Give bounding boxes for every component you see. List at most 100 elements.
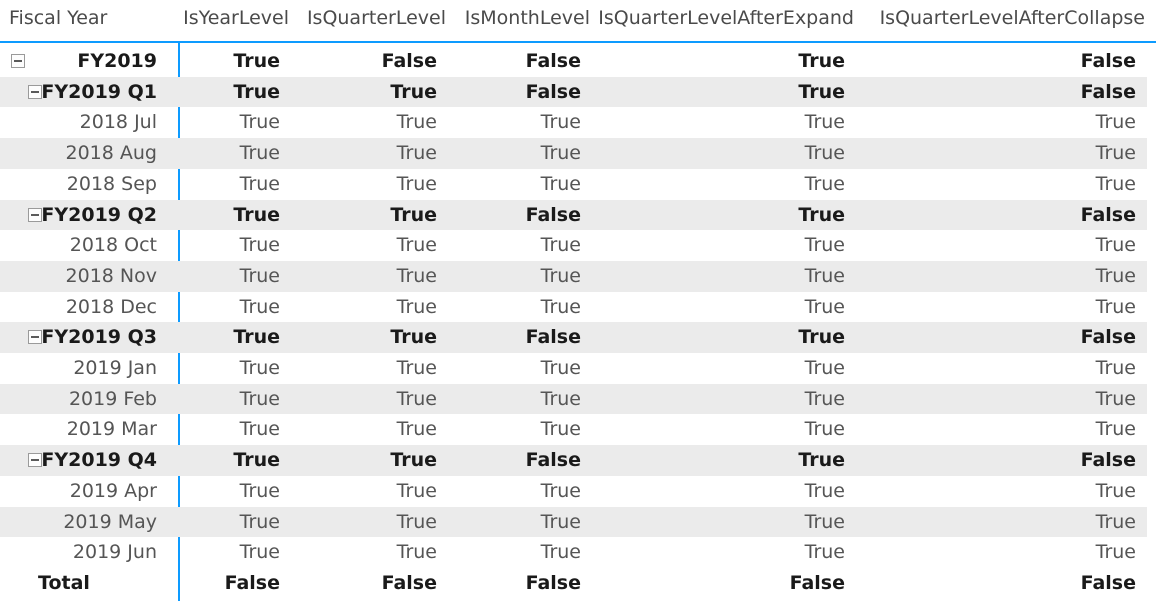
cell-is_quarter_level_after_collapse: True	[1096, 353, 1136, 384]
column-header-is_quarter_level_after_expand[interactable]: IsQuarterLevelAfterExpand	[598, 6, 854, 30]
cell-is_quarter_level: True	[397, 414, 437, 445]
table-body: FY2019TrueFalseFalseTrueFalseFY2019 Q1Tr…	[0, 46, 1156, 611]
cell-is_year_level: True	[240, 107, 280, 138]
cell-is_quarter_level_after_collapse: False	[1081, 322, 1136, 353]
cell-is_quarter_level_after_expand: False	[790, 568, 845, 599]
cell-is_quarter_level_after_collapse: True	[1096, 414, 1136, 445]
row-header-label: 2019 Jun	[0, 537, 157, 568]
table-row[interactable]: 2019 JunTrueTrueTrueTrueTrue	[0, 537, 1147, 568]
table-row[interactable]: FY2019 Q4TrueTrueFalseTrueFalse	[0, 445, 1147, 476]
cell-is_quarter_level: True	[397, 261, 437, 292]
row-header-label: 2018 Sep	[0, 169, 157, 200]
table-row[interactable]: 2018 DecTrueTrueTrueTrueTrue	[0, 292, 1147, 323]
row-header-label: FY2019	[0, 46, 157, 77]
cell-is_year_level: True	[240, 138, 280, 169]
cell-is_month_level: False	[526, 568, 581, 599]
cell-is_month_level: True	[541, 138, 581, 169]
table-row[interactable]: 2018 SepTrueTrueTrueTrueTrue	[0, 169, 1147, 200]
table-row[interactable]: 2018 AugTrueTrueTrueTrueTrue	[0, 138, 1147, 169]
cell-is_quarter_level: True	[397, 107, 437, 138]
cell-is_month_level: True	[541, 230, 581, 261]
row-header-label: 2019 Apr	[0, 476, 157, 507]
cell-is_quarter_level: False	[382, 568, 437, 599]
table-row[interactable]: 2019 MayTrueTrueTrueTrueTrue	[0, 507, 1147, 538]
cell-is_year_level: True	[233, 77, 280, 108]
cell-is_year_level: True	[240, 353, 280, 384]
column-header-is_month_level[interactable]: IsMonthLevel	[465, 6, 590, 30]
cell-is_quarter_level_after_collapse: True	[1096, 261, 1136, 292]
row-header-label: 2019 Mar	[0, 414, 157, 445]
cell-is_quarter_level_after_expand: True	[805, 261, 845, 292]
cell-is_quarter_level_after_expand: True	[805, 169, 845, 200]
cell-is_quarter_level: True	[397, 537, 437, 568]
cell-is_month_level: True	[541, 537, 581, 568]
column-header-fiscal_year[interactable]: Fiscal Year	[9, 6, 107, 30]
table-row[interactable]: 2019 FebTrueTrueTrueTrueTrue	[0, 384, 1147, 415]
cell-is_quarter_level_after_expand: True	[805, 414, 845, 445]
cell-is_quarter_level_after_collapse: True	[1096, 476, 1136, 507]
cell-is_quarter_level_after_expand: True	[798, 322, 845, 353]
cell-is_quarter_level_after_collapse: False	[1081, 445, 1136, 476]
table-total-row[interactable]: TotalFalseFalseFalseFalseFalse	[0, 568, 1147, 599]
header-underline	[0, 41, 1156, 43]
row-header-label: 2018 Jul	[0, 107, 157, 138]
cell-is_quarter_level_after_collapse: False	[1081, 77, 1136, 108]
cell-is_quarter_level_after_collapse: True	[1096, 537, 1136, 568]
column-header-is_quarter_level[interactable]: IsQuarterLevel	[307, 6, 446, 30]
cell-is_quarter_level_after_collapse: False	[1081, 200, 1136, 231]
cell-is_quarter_level: True	[397, 230, 437, 261]
cell-is_month_level: True	[541, 169, 581, 200]
cell-is_year_level: False	[225, 568, 280, 599]
table-row[interactable]: 2018 OctTrueTrueTrueTrueTrue	[0, 230, 1147, 261]
table-row[interactable]: 2019 AprTrueTrueTrueTrueTrue	[0, 476, 1147, 507]
cell-is_month_level: True	[541, 107, 581, 138]
row-header-label: 2019 Jan	[0, 353, 157, 384]
table-row[interactable]: 2019 Jan True True True True True	[0, 353, 1147, 384]
cell-is_quarter_level_after_collapse: True	[1096, 169, 1136, 200]
row-header-label: 2019 May	[0, 507, 157, 538]
cell-is_quarter_level_after_expand: True	[805, 353, 845, 384]
cell-is_year_level: True	[240, 292, 280, 323]
row-header-label: 2018 Dec	[0, 292, 157, 323]
table-row[interactable]: FY2019TrueFalseFalseTrueFalse	[0, 46, 1147, 77]
cell-is_quarter_level: True	[397, 169, 437, 200]
cell-is_quarter_level: True	[397, 507, 437, 538]
table-row[interactable]: 2019 MarTrueTrueTrueTrueTrue	[0, 414, 1147, 445]
cell-is_quarter_level: True	[397, 292, 437, 323]
cell-is_year_level: True	[240, 384, 280, 415]
cell-is_quarter_level_after_expand: True	[805, 292, 845, 323]
cell-is_month_level: True	[541, 414, 581, 445]
cell-is_quarter_level_after_collapse: True	[1096, 230, 1136, 261]
cell-is_quarter_level: True	[397, 476, 437, 507]
cell-is_year_level: True	[240, 230, 280, 261]
table-row[interactable]: 2018 NovTrueTrueTrueTrueTrue	[0, 261, 1147, 292]
cell-is_month_level: True	[541, 384, 581, 415]
cell-is_year_level: True	[233, 200, 280, 231]
table-header-row: Fiscal Year IsYearLevel IsQuarterLevel IsMo…	[0, 0, 1156, 42]
cell-is_quarter_level: True	[397, 138, 437, 169]
table-row[interactable]: FY2019 Q2TrueTrueFalseTrueFalse	[0, 200, 1147, 231]
cell-is_quarter_level: True	[397, 353, 437, 384]
cell-is_quarter_level_after_collapse: False	[1081, 46, 1136, 77]
cell-is_year_level: True	[240, 507, 280, 538]
table-row[interactable]: FY2019 Q1TrueTrueFalseTrueFalse	[0, 77, 1147, 108]
table-row[interactable]: FY2019 Q3TrueTrueFalseTrueFalse	[0, 322, 1147, 353]
cell-is_quarter_level_after_collapse: False	[1081, 568, 1136, 599]
cell-is_month_level: False	[526, 77, 581, 108]
matrix-visual: Fiscal Year IsYearLevel IsQuarterLevel IsMo…	[0, 0, 1156, 611]
cell-is_quarter_level: True	[390, 445, 437, 476]
cell-is_month_level: False	[526, 322, 581, 353]
cell-is_month_level: True	[541, 261, 581, 292]
cell-is_quarter_level_after_expand: True	[805, 537, 845, 568]
cell-is_month_level: True	[541, 353, 581, 384]
cell-is_quarter_level_after_collapse: True	[1096, 384, 1136, 415]
cell-is_quarter_level_after_expand: True	[805, 138, 845, 169]
row-header-label: FY2019 Q2	[0, 200, 157, 231]
cell-is_quarter_level_after_collapse: True	[1096, 138, 1136, 169]
cell-is_year_level: True	[240, 261, 280, 292]
column-header-is_year_level[interactable]: IsYearLevel	[183, 6, 289, 30]
column-header-is_quarter_level_after_collapse[interactable]: IsQuarterLevelAfterCollapse	[880, 6, 1145, 30]
cell-is_quarter_level: True	[390, 322, 437, 353]
cell-is_quarter_level: True	[390, 77, 437, 108]
table-row[interactable]: 2018 JulTrueTrueTrueTrueTrue	[0, 107, 1147, 138]
